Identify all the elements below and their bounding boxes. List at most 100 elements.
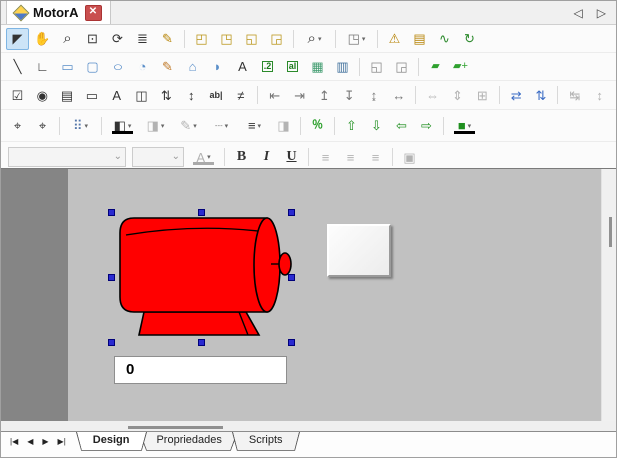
checkbox-control-button[interactable]: ☑ (6, 84, 29, 106)
button-control-button[interactable]: ▭ (80, 84, 103, 106)
command-button-object[interactable] (327, 224, 391, 277)
document-tab-motora[interactable]: MotorA ✕ (6, 0, 111, 24)
zoom-menu-button[interactable]: ⌕▾ (299, 28, 330, 50)
bring-forward-button[interactable]: ◱ (240, 28, 263, 50)
textbox-control-button[interactable]: ab| (205, 84, 228, 106)
same-height-button[interactable]: ⇕ (446, 84, 469, 106)
tab-order-button[interactable]: ≣ (131, 28, 154, 50)
edit-in-window-button[interactable]: ▣ (398, 146, 421, 168)
line-width-button[interactable]: ≡▾ (239, 115, 270, 137)
first-screen-button[interactable]: |◀ (7, 436, 21, 447)
curve-tool-button[interactable]: ◗ (206, 56, 229, 78)
font-name-combo[interactable]: ⌄ (8, 147, 126, 167)
spinner-control-button[interactable]: ↕ (180, 84, 203, 106)
scroll-tabs-right-icon[interactable]: ▷ (597, 6, 606, 20)
group-button[interactable]: ◱ (365, 56, 388, 78)
scale-tool-button[interactable]: ▥ (331, 56, 354, 78)
polygon-tool-button[interactable]: ⌂ (181, 56, 204, 78)
selection-handle-top-left[interactable] (108, 209, 115, 216)
listbox-control-button[interactable]: ▤ (56, 84, 79, 106)
text-align-center-button[interactable]: ≡ (339, 146, 362, 168)
align-bottom-button[interactable]: ↧ (338, 84, 361, 106)
same-width-button[interactable]: ⇔ (421, 84, 444, 106)
flip-left-button[interactable]: ⇦ (390, 115, 413, 137)
distribute-horizontal-button[interactable]: ↹ (563, 84, 586, 106)
pencil-tool-button[interactable]: ✎ (156, 56, 179, 78)
flip-right-button[interactable]: ⇨ (415, 115, 438, 137)
associate-objects-plus-button[interactable]: ▰+ (449, 56, 472, 78)
grid-menu-button[interactable]: ⠿▾ (65, 115, 96, 137)
close-tab-icon[interactable]: ✕ (85, 5, 102, 21)
align-right-button[interactable]: ⇥ (288, 84, 311, 106)
display-object[interactable]: 0 (114, 356, 287, 384)
line-color-button[interactable]: ✎▾ (173, 115, 204, 137)
layers-menu-button[interactable]: ◳▾ (341, 28, 372, 50)
vertical-scrollbar[interactable] (601, 169, 617, 421)
updown-control-button[interactable]: ⇅ (155, 84, 178, 106)
links-tool-button[interactable]: al (281, 56, 304, 78)
foreground-color-button[interactable]: ■▾ (449, 115, 480, 137)
background-fill-button[interactable]: ◨ (272, 115, 295, 137)
zoom-area-button[interactable]: ⊡ (81, 28, 104, 50)
alarm-browser-button[interactable]: ⚠ (383, 28, 406, 50)
picture-tool-button[interactable]: ▦ (306, 56, 329, 78)
selection-handle-mid-right[interactable] (288, 274, 295, 281)
rotate-tool-button[interactable]: ⟳ (106, 28, 129, 50)
fill-color-button[interactable]: ◧▾ (107, 115, 138, 137)
flip-down-button[interactable]: ⇩ (365, 115, 388, 137)
scroll-tabs-left-icon[interactable]: ◁ (574, 6, 583, 20)
center-window-horizontal-button[interactable]: ⇄ (505, 84, 528, 106)
associate-objects-button[interactable]: ▰ (424, 56, 447, 78)
radio-control-button[interactable]: ◉ (31, 84, 54, 106)
move-point-button[interactable]: ⌖ (31, 115, 54, 137)
prev-screen-button[interactable]: ◀ (24, 436, 36, 447)
selection-handle-mid-left[interactable] (108, 274, 115, 281)
send-backward-button[interactable]: ◲ (265, 28, 288, 50)
bring-to-front-button[interactable]: ◰ (190, 28, 213, 50)
tab-propriedades[interactable]: Propriedades (139, 432, 238, 454)
zoom-tool-button[interactable]: ⌕ (56, 28, 79, 50)
center-vertical-button[interactable]: ↨ (363, 84, 386, 106)
tab-design[interactable]: Design (76, 432, 147, 454)
rectangle-tool-button[interactable]: ▭ (56, 56, 79, 78)
line-tool-button[interactable]: ╲ (6, 56, 29, 78)
brush-color-button[interactable]: ◨▾ (140, 115, 171, 137)
label-control-button[interactable]: A (105, 84, 128, 106)
italic-button[interactable]: I (255, 146, 278, 168)
text-tool-button[interactable]: A (231, 56, 254, 78)
display-tool-button[interactable]: .2 (256, 56, 279, 78)
selection-handle-top-right[interactable] (288, 209, 295, 216)
fill-mode-button[interactable]: ％ (306, 115, 329, 137)
select-tool-button[interactable]: ◤ (6, 28, 29, 50)
font-color-button[interactable]: A▾ (188, 146, 219, 168)
horizontal-scrollbar-thumb[interactable] (128, 426, 223, 429)
align-top-button[interactable]: ↥ (313, 84, 336, 106)
polyline-tool-button[interactable]: ∟ (31, 56, 54, 78)
tab-scripts[interactable]: Scripts (232, 432, 300, 454)
send-to-back-button[interactable]: ◳ (215, 28, 238, 50)
center-window-vertical-button[interactable]: ⇅ (530, 84, 553, 106)
ellipse-tool-button[interactable]: ○ (106, 56, 129, 78)
selection-handle-bottom-right[interactable] (288, 339, 295, 346)
text-align-right-button[interactable]: ≡ (364, 146, 387, 168)
vertical-scrollbar-thumb[interactable] (609, 217, 612, 247)
chart-button[interactable]: ∿ (433, 28, 456, 50)
align-left-button[interactable]: ⇤ (263, 84, 286, 106)
ungroup-button[interactable]: ◲ (390, 56, 413, 78)
bold-button[interactable]: B (230, 146, 253, 168)
same-size-button[interactable]: ⊞ (471, 84, 494, 106)
query-button[interactable]: ↻ (458, 28, 481, 50)
text-align-left-button[interactable]: ≡ (314, 146, 337, 168)
selection-handle-top-center[interactable] (198, 209, 205, 216)
splitter-control-button[interactable]: ≠ (229, 84, 252, 106)
flip-up-button[interactable]: ⇧ (340, 115, 363, 137)
underline-button[interactable]: U (280, 146, 303, 168)
edit-points-button[interactable]: ✎ (156, 28, 179, 50)
selection-handle-bottom-center[interactable] (198, 339, 205, 346)
combobox-control-button[interactable]: ◫ (130, 84, 153, 106)
pan-tool-button[interactable]: ✋ (31, 28, 54, 50)
distribute-vertical-button[interactable]: ↕ (588, 84, 611, 106)
next-screen-button[interactable]: ▶ (39, 436, 51, 447)
arc-tool-button[interactable]: ◔ (131, 56, 154, 78)
selection-handle-bottom-left[interactable] (108, 339, 115, 346)
